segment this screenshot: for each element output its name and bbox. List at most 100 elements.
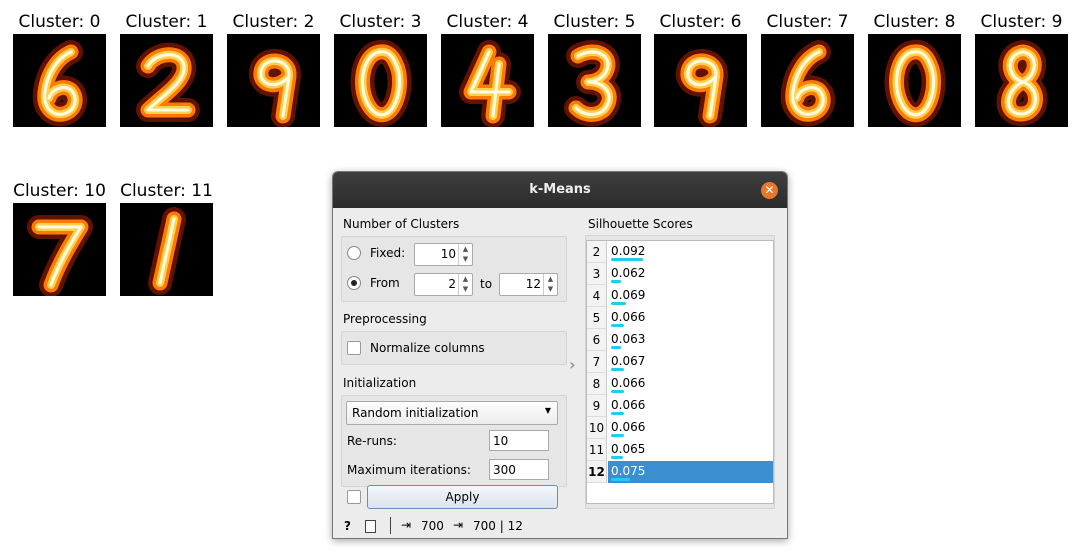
cluster-card: Cluster: 0 bbox=[13, 10, 106, 127]
fixed-option[interactable]: Fixed: bbox=[347, 246, 405, 260]
cluster-centroid-image bbox=[120, 34, 213, 127]
spin-arrows-icon[interactable]: ▲ ▼ bbox=[458, 244, 472, 265]
cluster-title: Cluster: 1 bbox=[125, 12, 208, 32]
cluster-card: Cluster: 8 bbox=[868, 10, 961, 127]
silhouette-row[interactable]: 9 0.066 bbox=[587, 395, 773, 417]
silhouette-row[interactable]: 11 0.065 bbox=[587, 439, 773, 461]
row-k-header: 12 bbox=[587, 461, 607, 483]
chevron-right-icon: › bbox=[569, 355, 576, 374]
cluster-title: Cluster: 6 bbox=[659, 12, 742, 32]
maxiter-input[interactable]: 300 bbox=[489, 459, 549, 480]
spin-arrows-icon[interactable]: ▲ ▼ bbox=[458, 274, 472, 295]
reruns-label: Re-runs: bbox=[347, 434, 397, 448]
row-k-header: 2 bbox=[587, 241, 607, 263]
cluster-card: Cluster: 7 bbox=[761, 10, 854, 127]
init-method-select[interactable]: Random initialization ▼ bbox=[346, 401, 558, 425]
row-k-header: 6 bbox=[587, 329, 607, 351]
input-icon: ⇥ bbox=[401, 518, 412, 532]
cluster-centroid-image bbox=[548, 34, 641, 127]
row-k-header: 10 bbox=[587, 417, 607, 439]
auto-apply-checkbox[interactable] bbox=[347, 490, 361, 504]
row-k-header: 3 bbox=[587, 263, 607, 285]
row-k-header: 11 bbox=[587, 439, 607, 461]
spin-arrows-icon[interactable]: ▲ ▼ bbox=[543, 274, 557, 295]
close-button[interactable]: ✕ bbox=[761, 182, 778, 199]
output-count: 700 | 12 bbox=[473, 519, 523, 533]
silhouette-label: Silhouette Scores bbox=[588, 217, 693, 231]
settings-panel: Number of Clusters Fixed: 10 ▲ ▼ From 2 ▲… bbox=[341, 216, 567, 487]
silhouette-score-bar bbox=[611, 368, 624, 371]
cluster-centroid-image bbox=[654, 34, 747, 127]
silhouette-score-bar bbox=[611, 302, 626, 305]
row-k-header: 8 bbox=[587, 373, 607, 395]
status-divider bbox=[390, 517, 391, 534]
row-k-header: 7 bbox=[587, 351, 607, 373]
reruns-input[interactable]: 10 bbox=[489, 430, 549, 451]
silhouette-score-bar bbox=[611, 412, 624, 415]
cluster-centroid-image bbox=[761, 34, 854, 127]
cluster-card: Cluster: 1 bbox=[120, 10, 213, 127]
num-clusters-box: Fixed: 10 ▲ ▼ From 2 ▲ ▼ to 12 ▲ ▼ bbox=[341, 236, 567, 302]
fixed-label: Fixed: bbox=[370, 246, 406, 260]
close-icon: ✕ bbox=[764, 183, 775, 197]
cluster-title: Cluster: 5 bbox=[553, 12, 636, 32]
normalize-checkbox[interactable] bbox=[347, 341, 361, 355]
cluster-centroid-image bbox=[13, 203, 106, 296]
cluster-title: Cluster: 0 bbox=[18, 12, 101, 32]
silhouette-score-bar bbox=[611, 280, 621, 283]
cluster-title: Cluster: 9 bbox=[980, 12, 1063, 32]
cluster-card: Cluster: 9 bbox=[975, 10, 1068, 127]
silhouette-row[interactable]: 2 0.092 bbox=[587, 241, 773, 263]
initialization-box: Random initialization ▼ Re-runs: 10 Maxi… bbox=[341, 395, 567, 487]
silhouette-score-bar bbox=[611, 456, 623, 459]
silhouette-row[interactable]: 10 0.066 bbox=[587, 417, 773, 439]
silhouette-row[interactable]: 8 0.066 bbox=[587, 373, 773, 395]
silhouette-table[interactable]: 2 0.092 3 0.062 4 0.069 5 0.066 6 0.063 7 0.067 8 0.0… bbox=[586, 240, 774, 504]
row-k-header: 5 bbox=[587, 307, 607, 329]
fixed-spinbox[interactable]: 10 ▲ ▼ bbox=[414, 243, 473, 266]
cluster-title: Cluster: 11 bbox=[120, 181, 213, 201]
silhouette-row[interactable]: 5 0.066 bbox=[587, 307, 773, 329]
dialog-titlebar[interactable]: k-Means ✕ bbox=[333, 172, 787, 208]
cluster-title: Cluster: 2 bbox=[232, 12, 315, 32]
cluster-card: Cluster: 4 bbox=[441, 10, 534, 127]
silhouette-panel: Silhouette Scores 2 0.092 3 0.062 4 0.069 5 0.0… bbox=[585, 216, 778, 509]
silhouette-row[interactable]: 4 0.069 bbox=[587, 285, 773, 307]
help-icon[interactable]: ? bbox=[344, 519, 351, 533]
fixed-radio[interactable] bbox=[347, 246, 361, 260]
preprocessing-box: Normalize columns bbox=[341, 331, 567, 365]
initialization-label: Initialization bbox=[343, 376, 417, 390]
status-bar: ? ⇥ 700 ⇥ 700 | 12 bbox=[333, 515, 787, 537]
chevron-down-icon: ▼ bbox=[544, 406, 551, 415]
from-label: From bbox=[370, 276, 400, 290]
cluster-title: Cluster: 8 bbox=[873, 12, 956, 32]
to-label: to bbox=[480, 277, 493, 291]
from-option[interactable]: From bbox=[347, 276, 400, 290]
from-spinbox[interactable]: 2 ▲ ▼ bbox=[414, 273, 473, 296]
to-spinbox[interactable]: 12 ▲ ▼ bbox=[499, 273, 558, 296]
cluster-card: Cluster: 11 bbox=[120, 179, 213, 296]
cluster-centroid-image bbox=[975, 34, 1068, 127]
from-radio[interactable] bbox=[347, 276, 361, 290]
normalize-label: Normalize columns bbox=[370, 341, 485, 355]
silhouette-score-bar bbox=[611, 324, 624, 327]
silhouette-row[interactable]: 12 0.075 bbox=[587, 461, 773, 483]
cluster-card: Cluster: 5 bbox=[548, 10, 641, 127]
silhouette-row[interactable]: 3 0.062 bbox=[587, 263, 773, 285]
apply-button[interactable]: Apply bbox=[367, 485, 558, 509]
normalize-option[interactable]: Normalize columns bbox=[347, 341, 485, 355]
cluster-card: Cluster: 6 bbox=[654, 10, 747, 127]
cluster-centroid-image bbox=[120, 203, 213, 296]
silhouette-score-bar bbox=[611, 346, 621, 349]
silhouette-row[interactable]: 6 0.063 bbox=[587, 329, 773, 351]
silhouette-row[interactable]: 7 0.067 bbox=[587, 351, 773, 373]
from-value: 2 bbox=[448, 277, 456, 291]
cluster-title: Cluster: 3 bbox=[339, 12, 422, 32]
output-icon: ⇥ bbox=[453, 518, 464, 532]
kmeans-dialog: k-Means ✕ Number of Clusters Fixed: 10 ▲… bbox=[332, 171, 788, 539]
report-icon[interactable] bbox=[365, 520, 376, 533]
cluster-centroid-image bbox=[868, 34, 961, 127]
silhouette-score-bar bbox=[611, 434, 624, 437]
row-k-header: 4 bbox=[587, 285, 607, 307]
cluster-centroid-image bbox=[227, 34, 320, 127]
